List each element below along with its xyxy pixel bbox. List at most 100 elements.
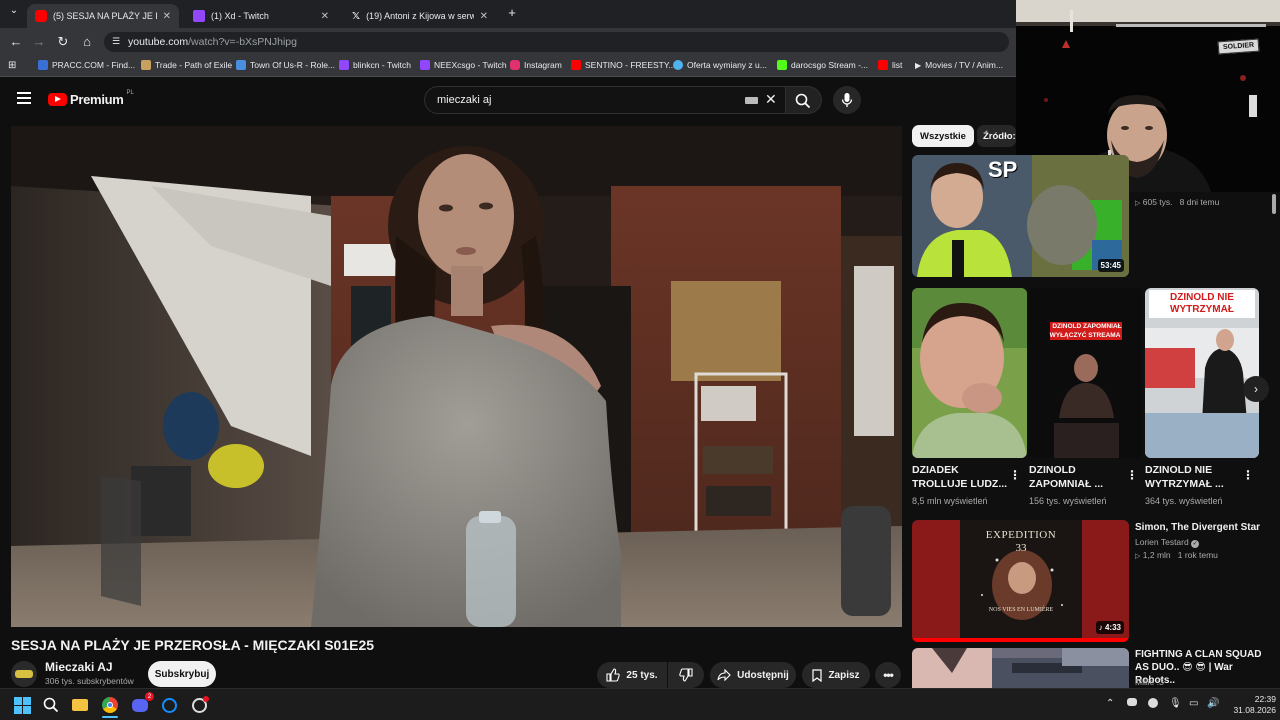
short-thumbnail[interactable]: DZINOLD NIE WYTRZYMAŁ [1145, 288, 1259, 458]
youtube-icon [571, 60, 581, 70]
show-hidden-icons-chevron[interactable]: ⌃ [1106, 698, 1114, 709]
channel-name[interactable]: Mieczaki AJ [45, 660, 113, 674]
url-path: /watch?v=-bXsPNJhipg [188, 36, 297, 48]
bookmark-neexcsgo[interactable]: NEEXcsgo - Twitch [420, 60, 507, 70]
address-bar[interactable]: ☰ youtube.com/watch?v=-bXsPNJhipg [104, 32, 1009, 52]
clear-search-icon[interactable]: ✕ [765, 91, 777, 108]
like-count: 25 tys. [626, 669, 658, 681]
dislike-button[interactable] [668, 662, 704, 688]
share-button[interactable]: Udostępnij [710, 662, 796, 688]
short-thumbnail[interactable] [912, 288, 1027, 458]
short-title[interactable]: DZINOLD NIE WYTRZYMAŁ ... [1145, 463, 1245, 491]
youtube-header: Premium PL mieczaki aj ✕ [0, 77, 1016, 123]
bookmark-sentino[interactable]: SENTINO - FREESTY... [571, 60, 676, 70]
poe-icon [141, 60, 151, 70]
windows-start-icon[interactable] [12, 695, 32, 715]
clock-date: 31.08.2026 [1233, 705, 1276, 715]
save-button[interactable]: Zapisz [802, 662, 870, 688]
network-icon[interactable]: ▭ [1189, 698, 1198, 709]
bookmark-town-of-us[interactable]: Town Of Us-R - Role... [236, 60, 335, 70]
tab-search-chevron-icon[interactable]: ⌄ [6, 5, 22, 16]
bookmark-movies[interactable]: ▶ Movies / TV / Anim... [915, 60, 1003, 70]
thumbs-up-icon [606, 668, 621, 682]
logo-text: Premium [70, 92, 124, 107]
short-menu-icon[interactable]: ⋮ [1126, 468, 1138, 482]
bookmark-label: PRACC.COM - Find... [52, 60, 136, 70]
search-button[interactable] [786, 86, 822, 114]
apps-grid-icon[interactable]: ⊞ [8, 60, 16, 71]
channel-name[interactable]: Millie :3 [1135, 677, 1164, 687]
short-menu-icon[interactable]: ⋮ [1242, 468, 1254, 482]
short-title[interactable]: DZINOLD ZAPOMNIAŁ ... [1029, 463, 1129, 491]
voice-search-button[interactable] [833, 86, 861, 114]
bookmark-label: blinkcn - Twitch [353, 60, 411, 70]
short-title[interactable]: DZIADEK TROLLUJE LUDZ... [912, 463, 1012, 491]
stream-badge-text: SOLDIER [1222, 41, 1255, 52]
more-actions-button[interactable]: ••• [875, 662, 901, 688]
bookmark-pracc[interactable]: PRACC.COM - Find... [38, 60, 135, 70]
close-tab-icon[interactable]: ✕ [163, 11, 171, 22]
chrome-icon[interactable] [100, 695, 120, 715]
forward-arrow-icon[interactable]: → [31, 34, 47, 49]
overlay-text: DZINOLD ZAPOMNIAŁ WYŁĄCZYĆ STREAMA [1049, 322, 1123, 340]
bookmark-list[interactable]: list [878, 60, 902, 70]
back-arrow-icon[interactable]: ← [8, 34, 24, 49]
chip-label: Źródło: [983, 130, 1016, 142]
top-video-thumbnail[interactable]: SP 53:45 [912, 155, 1129, 277]
channel-avatar[interactable] [11, 661, 37, 687]
discord-notification-badge: 2 [145, 692, 154, 701]
bookmark-label: darocsgo Stream -... [791, 60, 869, 70]
duration-text: 4:33 [1104, 623, 1121, 632]
more-horizontal-icon: ••• [883, 668, 894, 682]
chip-source[interactable]: Źródło: [977, 125, 1016, 147]
thumbnail-overlay-text: SP [988, 157, 1018, 182]
video-thumbnail[interactable] [912, 648, 1129, 688]
short-thumbnail[interactable]: DZINOLD ZAPOMNIAŁ WYŁĄCZYĆ STREAMA [1029, 288, 1142, 458]
bookmark-blinkcn[interactable]: blinkcn - Twitch [339, 60, 411, 70]
clock[interactable]: 22:39 31.08.2026 [1226, 694, 1276, 716]
close-tab-icon[interactable]: ✕ [321, 11, 329, 22]
browser-tab-twitch[interactable]: (1) Xd - Twitch ✕ [185, 4, 337, 28]
subscribe-button[interactable]: Subskrybuj [148, 661, 216, 687]
youtube-logo-icon [48, 93, 67, 106]
channel-name: Lorien Testard [1135, 537, 1189, 547]
browser-tab-youtube[interactable]: (5) SESJA NA PLAŻY JE PRZEROŚ ✕ [27, 4, 179, 28]
bookmark-kick[interactable]: darocsgo Stream -... [777, 60, 868, 70]
youtube-premium-logo[interactable]: Premium PL [48, 90, 134, 107]
obs-icon[interactable] [189, 695, 209, 715]
bookmark-instagram[interactable]: Instagram [510, 60, 562, 70]
search-icon[interactable] [41, 695, 61, 715]
site-info-icon[interactable]: ☰ [112, 36, 120, 47]
reload-icon[interactable]: ↻ [55, 34, 71, 50]
browser-tab-x[interactable]: 𝕏 (19) Antoni z Kijowa w serwisie ✕ [344, 4, 496, 28]
play-icon: ▶ [915, 60, 922, 70]
sidebar-scrollbar[interactable] [1272, 194, 1276, 214]
video-player[interactable] [11, 126, 902, 627]
microphone-tray-icon[interactable]: 🎙 [1169, 698, 1182, 709]
like-button[interactable]: 25 tys. [597, 662, 667, 688]
video-title[interactable]: Simon, The Divergent Star [1135, 521, 1275, 534]
discord-tray-icon[interactable] [1127, 698, 1137, 709]
video-channel[interactable]: Lorien Testard ✓ [1135, 537, 1200, 548]
search-input[interactable]: mieczaki aj ✕ [424, 86, 786, 114]
thumbnail-image [912, 648, 1129, 688]
home-icon[interactable]: ⌂ [79, 34, 95, 49]
discord-icon[interactable]: 2 [130, 692, 154, 715]
volume-icon[interactable]: 🔊 [1207, 698, 1219, 709]
battlenet-icon[interactable] [159, 695, 179, 715]
hamburger-menu-icon[interactable] [17, 92, 31, 104]
steam-tray-icon[interactable] [1148, 698, 1158, 711]
new-tab-icon[interactable]: + [504, 5, 520, 20]
thumbnail-image [912, 155, 1129, 277]
file-explorer-icon[interactable] [70, 695, 90, 715]
short-overlay-caption: DZINOLD NIE WYTRZYMAŁ [1149, 290, 1255, 318]
keyboard-icon[interactable] [745, 97, 758, 104]
bookmark-poe-trade[interactable]: Trade - Path of Exile [141, 60, 232, 70]
bookmark-steam-trade[interactable]: Oferta wymiany z u... [673, 60, 767, 70]
shorts-next-chevron-icon[interactable]: › [1243, 376, 1269, 402]
video-duration: 53:45 [1097, 259, 1124, 272]
video-thumbnail[interactable]: EXPEDITION 33 NOS VIES EN LUMIÈRE ♪ 4:33 [912, 520, 1129, 642]
short-menu-icon[interactable]: ⋮ [1009, 468, 1021, 482]
close-tab-icon[interactable]: ✕ [480, 11, 488, 22]
chip-all[interactable]: Wszystkie [912, 125, 974, 147]
